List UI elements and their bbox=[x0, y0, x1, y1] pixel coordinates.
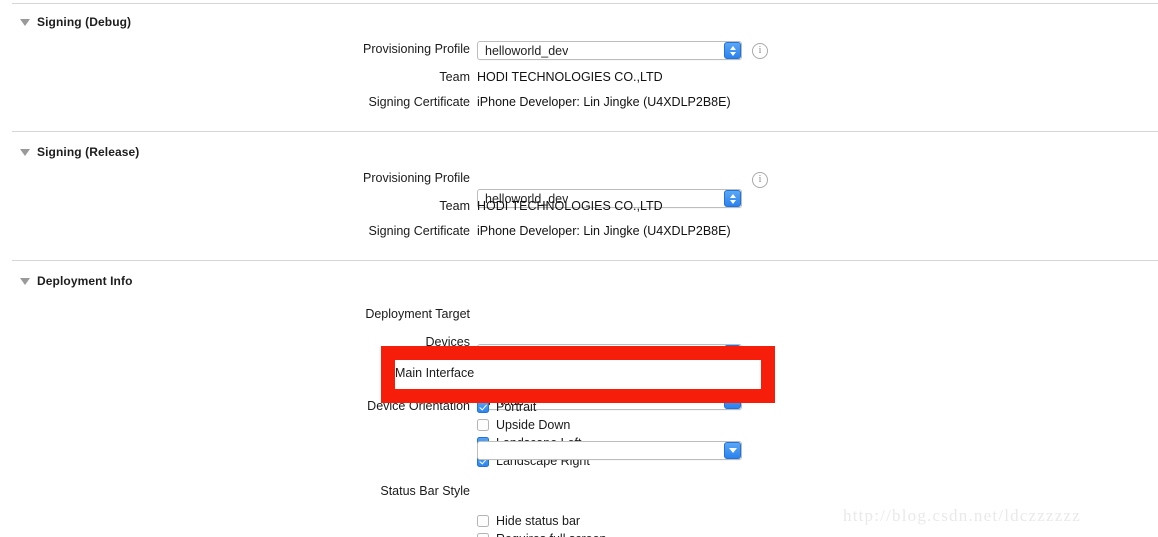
watermark-text: http://blog.csdn.net/ldczzzzzz bbox=[843, 506, 1082, 525]
value-team-release: HODI TECHNOLOGIES CO.,LTD bbox=[477, 199, 663, 213]
checkbox-row-hide-status-bar[interactable]: Hide status bar bbox=[477, 514, 580, 528]
label-signing-certificate-debug: Signing Certificate bbox=[368, 95, 470, 109]
label-devices: Devices bbox=[425, 335, 470, 349]
checkbox-row-portrait[interactable]: Portrait bbox=[477, 400, 536, 414]
value-team-debug: HODI TECHNOLOGIES CO.,LTD bbox=[477, 70, 663, 84]
label-provisioning-profile-debug: Provisioning Profile bbox=[363, 42, 470, 56]
separator-top bbox=[12, 3, 1158, 4]
separator-deployment-info bbox=[12, 260, 1158, 261]
value-signing-certificate-release: iPhone Developer: Lin Jingke (U4XDLP2B8E… bbox=[477, 224, 731, 238]
checkbox-row-upside-down[interactable]: Upside Down bbox=[477, 418, 570, 432]
chevron-up-icon[interactable] bbox=[724, 392, 741, 409]
label-status-bar-style: Status Bar Style bbox=[380, 484, 470, 498]
provisioning-profile-debug-combo[interactable]: helloworld_dev bbox=[477, 41, 742, 60]
disclosure-triangle-icon[interactable] bbox=[20, 278, 30, 285]
stepper-arrows-icon[interactable] bbox=[724, 190, 741, 207]
disclosure-triangle-icon[interactable] bbox=[20, 149, 30, 156]
chevron-down-icon[interactable] bbox=[724, 442, 741, 459]
checkbox-hide-status-bar[interactable] bbox=[477, 515, 489, 527]
section-title: Deployment Info bbox=[37, 274, 133, 288]
section-header-signing-debug[interactable]: Signing (Debug) bbox=[20, 15, 131, 29]
label-main-interface: Main Interface bbox=[395, 366, 475, 380]
provisioning-profile-debug-info-icon[interactable]: i bbox=[752, 43, 768, 59]
xcode-general-settings-pane: Signing (Debug) Provisioning Profile hel… bbox=[0, 0, 1158, 537]
checkbox-row-requires-full-screen[interactable]: Requires full screen bbox=[477, 532, 606, 537]
section-title: Signing (Debug) bbox=[37, 15, 132, 29]
section-header-deployment-info[interactable]: Deployment Info bbox=[20, 274, 133, 288]
label-signing-certificate-release: Signing Certificate bbox=[368, 224, 470, 238]
provisioning-profile-release-info-icon[interactable]: i bbox=[752, 172, 768, 188]
section-header-signing-release[interactable]: Signing (Release) bbox=[20, 145, 139, 159]
checkbox-upside-down[interactable] bbox=[477, 419, 489, 431]
value-signing-certificate-debug: iPhone Developer: Lin Jingke (U4XDLP2B8E… bbox=[477, 95, 731, 109]
label-device-orientation: Device Orientation bbox=[367, 399, 470, 413]
checkbox-requires-full-screen[interactable] bbox=[477, 533, 489, 537]
main-interface-popup[interactable] bbox=[477, 441, 742, 460]
separator-signing-release bbox=[12, 131, 1158, 132]
section-title: Signing (Release) bbox=[37, 145, 140, 159]
label-team-debug: Team bbox=[439, 70, 470, 84]
label-team-release: Team bbox=[439, 199, 470, 213]
label-deployment-target: Deployment Target bbox=[365, 307, 470, 321]
stepper-arrows-icon[interactable] bbox=[724, 42, 741, 59]
disclosure-triangle-icon[interactable] bbox=[20, 19, 30, 26]
checkbox-portrait[interactable] bbox=[477, 401, 489, 413]
label-provisioning-profile-release: Provisioning Profile bbox=[363, 171, 470, 185]
